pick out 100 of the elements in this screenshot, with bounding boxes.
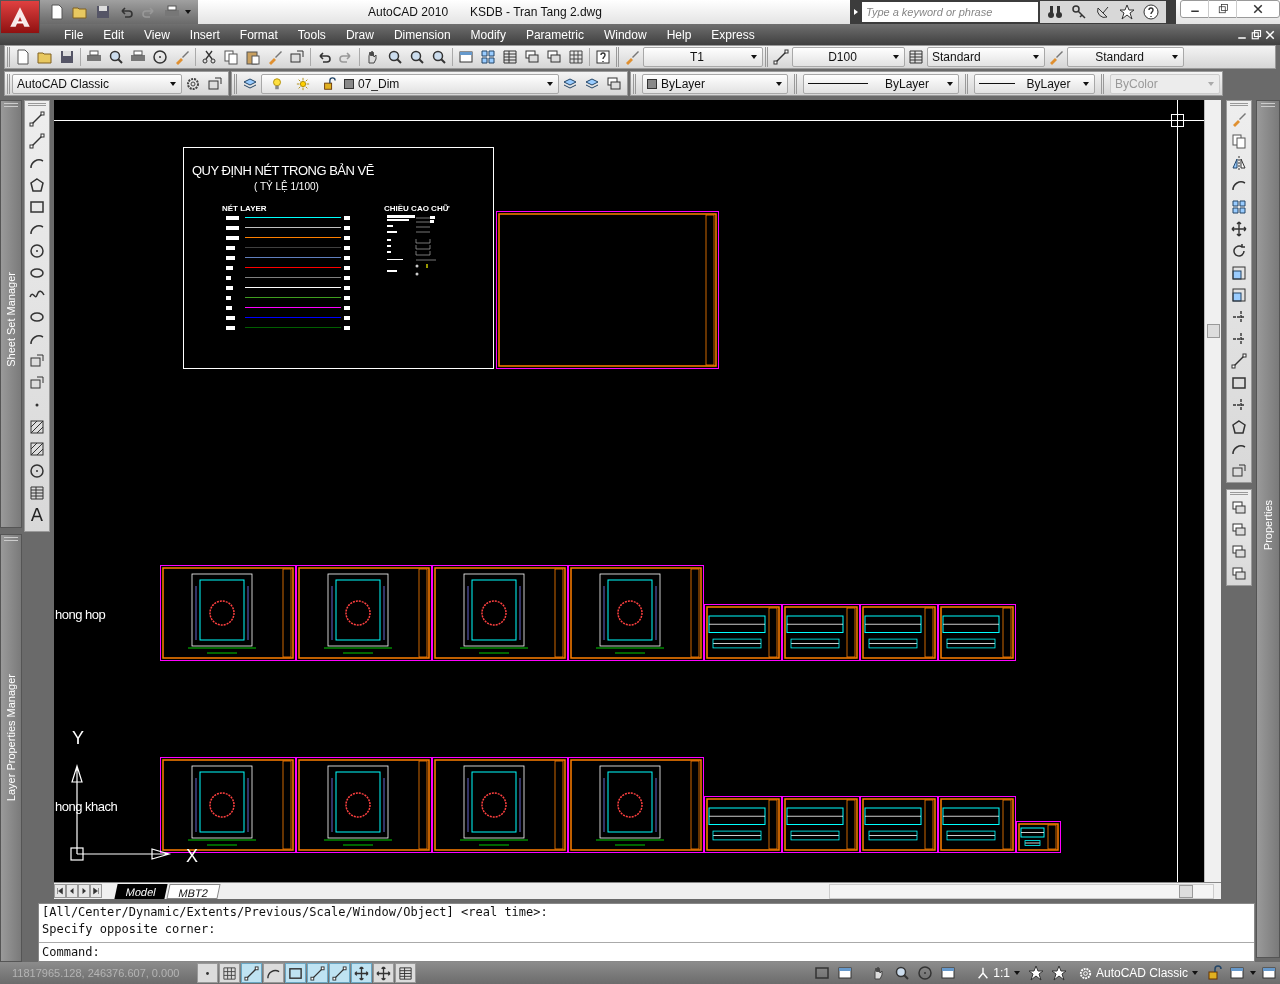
command-prompt[interactable]: Command:	[39, 942, 1254, 961]
undo-icon[interactable]	[316, 49, 332, 65]
legend-swatch	[344, 225, 350, 230]
scrollbar-thumb[interactable]	[1206, 324, 1220, 338]
scale-icon[interactable]	[1231, 265, 1247, 281]
rotate-icon[interactable]	[1231, 243, 1247, 259]
rectangle-icon[interactable]	[29, 199, 45, 215]
caret-icon	[946, 79, 954, 88]
close-icon[interactable]	[1264, 28, 1276, 41]
workspace-switch-button[interactable]: AutoCAD Classic	[1074, 963, 1202, 983]
menu-item[interactable]: Draw	[335, 24, 384, 45]
menu-item[interactable]: Window	[593, 24, 657, 45]
menu-item[interactable]: Parametric	[515, 24, 594, 45]
zoom-previous-icon[interactable]	[431, 49, 447, 65]
move-icon[interactable]	[1231, 221, 1247, 237]
menu-item[interactable]: Express	[701, 24, 765, 45]
legend-swatch	[226, 325, 235, 330]
properties-icon[interactable]	[458, 49, 474, 65]
copy-object-icon[interactable]	[1231, 133, 1247, 149]
layout-tab[interactable]: Model	[114, 883, 168, 899]
new-file-icon[interactable]	[49, 4, 65, 20]
copy-icon[interactable]	[223, 49, 239, 65]
dynamic-input-icon[interactable]	[354, 965, 370, 981]
open-icon[interactable]	[72, 4, 88, 20]
previous-tab-icon[interactable]	[68, 887, 76, 896]
legend-swatch	[226, 215, 239, 220]
color-dropdown[interactable]: ByLayer	[642, 73, 788, 94]
vertical-scrollbar[interactable]	[1204, 100, 1221, 882]
lineweight-dropdown[interactable]: ByLayer	[974, 73, 1095, 94]
construction-line-icon[interactable]	[29, 133, 45, 149]
polygon-icon[interactable]	[29, 177, 45, 193]
help-icon[interactable]	[595, 49, 611, 65]
gradient-icon[interactable]	[29, 441, 45, 457]
layer-dropdown[interactable]: 07_Dim	[261, 73, 559, 94]
plot-preview-icon[interactable]	[108, 49, 124, 65]
menu-item[interactable]: File	[54, 24, 94, 45]
table-style-dropdown[interactable]: Standard	[927, 47, 1045, 67]
menu-item[interactable]: View	[134, 24, 180, 45]
grid-icon[interactable]	[222, 965, 238, 981]
mirror-icon[interactable]	[1231, 155, 1247, 171]
text-style-dropdown[interactable]: T1	[643, 47, 763, 67]
menu-item[interactable]: Edit	[93, 24, 135, 45]
dimension-style-dropdown[interactable]: D100	[792, 47, 905, 67]
workspace-settings-icon[interactable]	[185, 75, 201, 92]
menu-item[interactable]: Modify	[460, 24, 516, 45]
close-icon[interactable]	[1252, 3, 1264, 15]
zoom-window-icon[interactable]	[409, 49, 425, 65]
search-field[interactable]: Type a keyword or phrase	[862, 2, 1038, 22]
table-style-icon[interactable]	[908, 49, 924, 65]
restore-icon[interactable]	[1216, 3, 1229, 15]
menu-item[interactable]: Tools	[287, 24, 336, 45]
help-icon[interactable]	[1143, 4, 1159, 20]
next-tab-icon[interactable]	[80, 887, 88, 896]
bring-to-front-icon[interactable]	[1231, 500, 1247, 516]
first-tab-icon[interactable]	[56, 887, 64, 896]
send-to-back-icon[interactable]	[1231, 522, 1247, 538]
zoom-icon[interactable]	[894, 965, 911, 981]
new-file-icon[interactable]	[15, 49, 31, 65]
send-under-icon[interactable]	[1231, 566, 1247, 582]
save-icon[interactable]	[59, 49, 75, 65]
zoom-icon[interactable]	[387, 49, 403, 65]
legend-swatch	[226, 305, 232, 310]
paste-icon[interactable]	[245, 49, 261, 65]
menu-item[interactable]: Insert	[179, 24, 230, 45]
line-icon[interactable]	[29, 111, 45, 127]
expand-icon[interactable]	[852, 8, 860, 16]
caret-icon	[1032, 53, 1040, 61]
menu-item[interactable]: Format	[229, 24, 288, 45]
multiline-text-tool[interactable]: A	[26, 504, 48, 526]
dimension-style-icon[interactable]	[773, 49, 789, 65]
annotation-scale-button[interactable]: 1:1	[973, 963, 1024, 983]
cut-icon[interactable]	[201, 49, 217, 65]
binoculars-icon[interactable]	[1047, 4, 1063, 20]
multileader-style-dropdown[interactable]: Standard	[1067, 47, 1184, 67]
star-icon[interactable]	[1119, 4, 1135, 20]
hatch-icon[interactable]	[29, 419, 45, 435]
table-icon[interactable]	[29, 485, 45, 501]
layout-tab[interactable]: MBT2	[166, 883, 221, 899]
legend-swatch	[226, 265, 233, 270]
last-tab-icon[interactable]	[92, 887, 100, 896]
workspace-dropdown[interactable]: AutoCAD Classic	[12, 73, 182, 94]
lock-icon[interactable]	[1206, 965, 1222, 981]
caret-icon	[1082, 79, 1090, 88]
legend-swatch	[344, 305, 350, 310]
circle-icon[interactable]	[29, 243, 45, 259]
design-center-icon[interactable]	[480, 49, 496, 65]
bring-above-icon[interactable]	[1231, 544, 1247, 560]
ellipse-icon[interactable]	[29, 309, 45, 325]
satellite-dish-icon[interactable]	[1095, 4, 1111, 20]
scrollbar-thumb[interactable]	[1179, 884, 1194, 898]
menu-item[interactable]: Dimension	[383, 24, 461, 45]
restore-icon[interactable]	[1250, 28, 1262, 41]
menu-item[interactable]: Help	[656, 24, 702, 45]
key-icon[interactable]	[1071, 4, 1087, 20]
palette-title[interactable]: Properties	[1259, 500, 1277, 551]
horizontal-scrollbar[interactable]	[829, 883, 1215, 899]
save-icon[interactable]	[95, 4, 111, 20]
array-icon[interactable]	[1231, 199, 1247, 215]
caret-icon	[750, 53, 758, 61]
linetype-dropdown[interactable]: ByLayer	[803, 73, 959, 94]
